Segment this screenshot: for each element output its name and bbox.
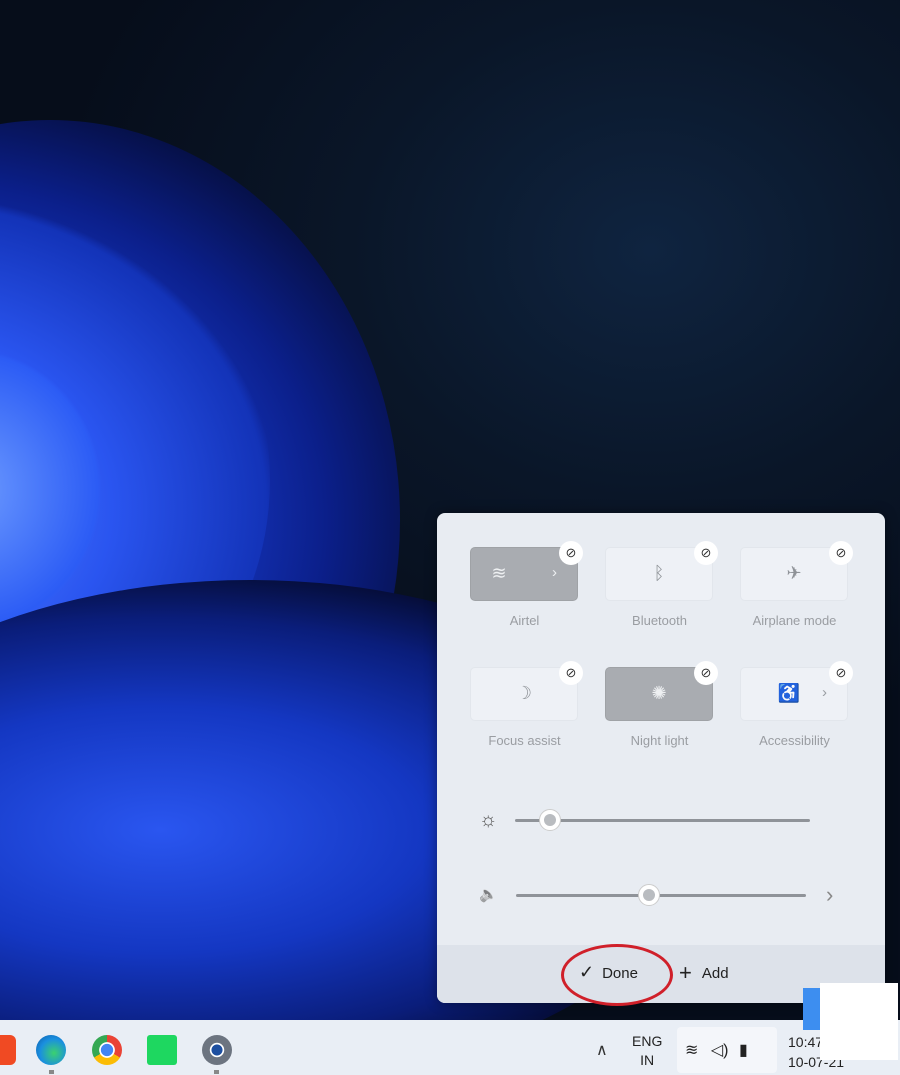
annotation-circle <box>561 944 673 1006</box>
tile-label: Airtel <box>509 613 540 628</box>
system-tray-status[interactable]: ≋ ◁) ▮ <box>677 1027 777 1073</box>
wifi-icon: ≋ <box>685 1042 699 1059</box>
unpin-icon[interactable]: ⊘ <box>559 541 583 565</box>
language-indicator[interactable]: ENG IN <box>632 1032 662 1070</box>
tile-label: Focus assist <box>488 733 561 748</box>
brightness-icon: ☼ <box>479 809 498 831</box>
watermark-logo-blue <box>803 988 821 1030</box>
airplane-icon: ✈ <box>786 563 802 583</box>
chrome-icon[interactable] <box>92 1035 122 1065</box>
brightness-slider-thumb[interactable] <box>539 809 562 831</box>
tile-label: Night light <box>630 733 689 748</box>
add-button[interactable]: + Add <box>679 960 729 986</box>
unpin-icon[interactable]: ⊘ <box>559 661 583 685</box>
unpin-icon[interactable]: ⊘ <box>829 661 853 685</box>
running-indicator <box>49 1070 54 1074</box>
accessibility-icon: ♿ <box>777 683 801 703</box>
battery-icon: ▮ <box>738 1042 748 1059</box>
moon-icon: ☽ <box>515 683 533 703</box>
chevron-right-icon[interactable]: › <box>552 564 557 581</box>
quick-settings-panel: ≋ › ⊘ Airtel ᛒ ⊘ Bluetooth ✈ ⊘ Airplane mode ☽ ⊘ Foc… <box>437 513 885 1003</box>
bluetooth-icon: ᛒ <box>653 563 665 583</box>
show-hidden-icons-button[interactable]: ∧ <box>596 1040 608 1060</box>
speaker-icon: ◁) <box>710 1042 729 1059</box>
edge-icon[interactable] <box>36 1035 66 1065</box>
volume-slider-thumb[interactable] <box>638 884 661 906</box>
tile-label: Accessibility <box>759 733 830 748</box>
tile-label: Bluetooth <box>632 613 687 628</box>
chevron-right-icon[interactable]: › <box>822 684 827 701</box>
add-label: Add <box>701 965 729 982</box>
audio-output-chevron[interactable]: › <box>826 882 833 908</box>
language-code: ENG <box>632 1033 663 1049</box>
spotify-icon[interactable] <box>147 1035 177 1065</box>
volume-icon: 🔈 <box>479 886 498 903</box>
running-indicator <box>214 1070 219 1074</box>
unpin-icon[interactable]: ⊘ <box>829 541 853 565</box>
region-code: IN <box>640 1052 655 1068</box>
unpin-icon[interactable]: ⊘ <box>694 661 718 685</box>
plus-icon: + <box>679 960 692 985</box>
redaction-box <box>820 983 898 1060</box>
settings-icon[interactable] <box>202 1035 232 1065</box>
tile-label: Airplane mode <box>752 613 837 628</box>
night-light-icon: ✺ <box>651 683 667 703</box>
volume-slider[interactable] <box>516 894 806 897</box>
brave-icon[interactable] <box>0 1035 16 1065</box>
unpin-icon[interactable]: ⊘ <box>694 541 718 565</box>
